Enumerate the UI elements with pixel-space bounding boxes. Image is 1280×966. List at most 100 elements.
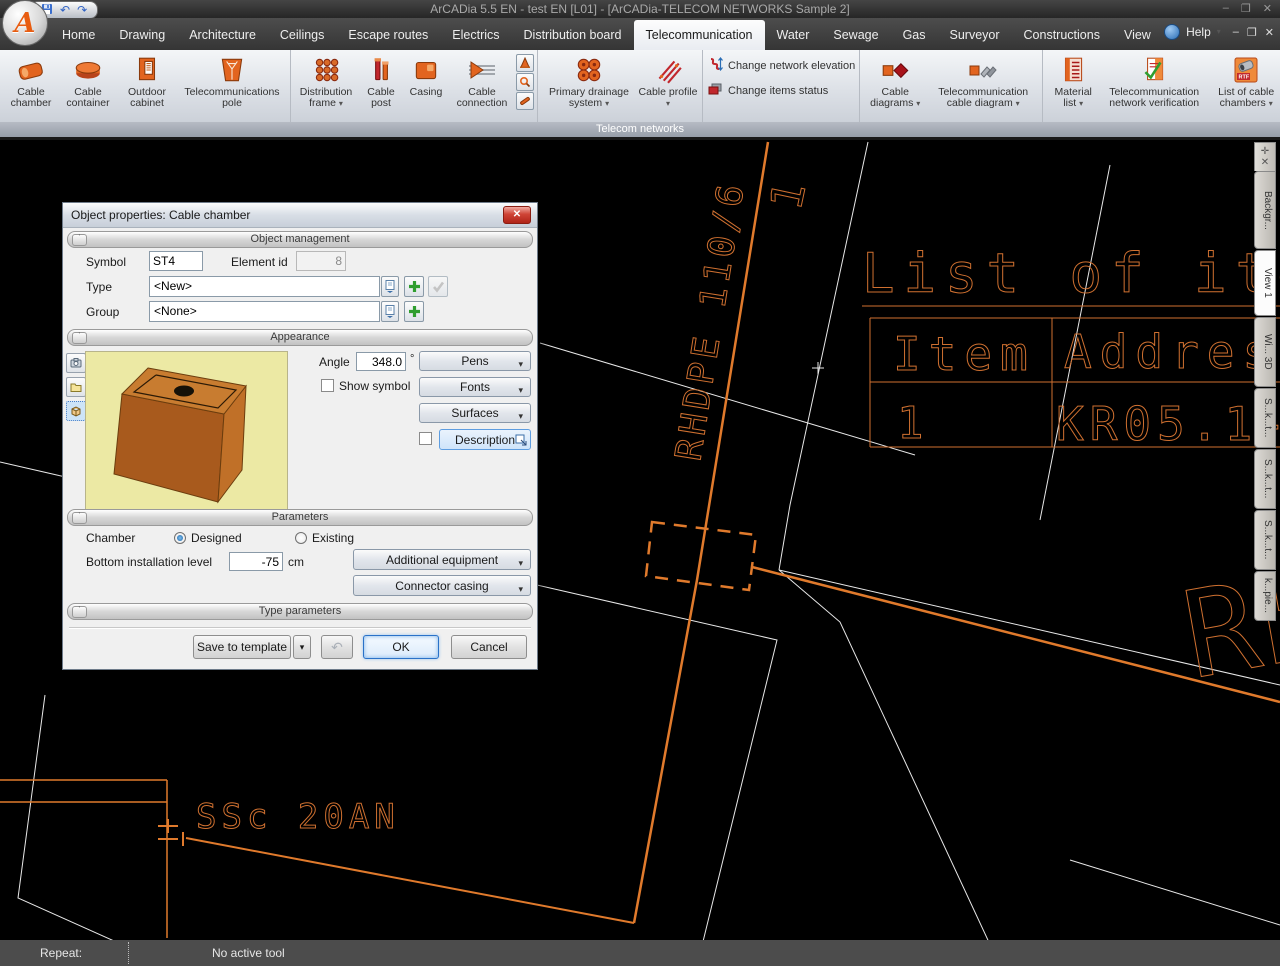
undo-icon[interactable]: ↶ (60, 4, 70, 16)
snapshot-tool-button[interactable] (66, 353, 86, 373)
tab-ceilings[interactable]: Ceilings (268, 21, 336, 50)
dropdown-arrow-icon: ▾ (339, 99, 343, 108)
status-bar: Repeat: No active tool (0, 940, 1280, 966)
doc-restore-button[interactable]: ❐ (1247, 26, 1257, 39)
section-object-management[interactable]: ˋ Object management (67, 231, 533, 248)
tab-constructions[interactable]: Constructions (1012, 21, 1112, 50)
group-add-button[interactable] (404, 301, 424, 322)
open-view-tool-button[interactable] (66, 377, 86, 397)
cancel-button[interactable]: Cancel (451, 635, 527, 659)
section-appearance[interactable]: ˋ Appearance (67, 329, 533, 346)
material-list-button[interactable]: Material list ▾ (1046, 51, 1100, 110)
cable-connection-button[interactable]: Cable connection (448, 51, 516, 110)
collapse-icon[interactable]: ˋ (72, 332, 87, 344)
cable-container-button[interactable]: Cable container (59, 51, 117, 110)
dock-pin-icon[interactable]: ✛ (1255, 146, 1275, 157)
repeat-label[interactable]: Repeat: (40, 946, 82, 960)
cable-profile-button[interactable]: Cable profile ▾ (637, 51, 699, 110)
help-menu[interactable]: Help (1186, 25, 1211, 39)
additional-equipment-button[interactable]: Additional equipment▾ (353, 549, 531, 570)
tab-electrics[interactable]: Electrics (440, 21, 511, 50)
ok-button[interactable]: OK (363, 635, 439, 659)
change-items-status-button[interactable]: Change items status (707, 81, 828, 100)
close-button[interactable]: ✕ (1263, 2, 1272, 15)
tab-telecommunication[interactable]: Telecommunication (634, 20, 765, 50)
view-3d-tool-button[interactable] (66, 401, 86, 421)
dialog-close-button[interactable]: ✕ (503, 206, 531, 224)
search-icon-button[interactable] (516, 73, 534, 91)
list-of-cable-chambers-button[interactable]: RTF List of cable chambers ▾ (1208, 51, 1280, 110)
show-symbol-checkbox[interactable] (321, 379, 334, 392)
button-label: Telecommunications pole (178, 87, 286, 109)
app-logo[interactable]: A (2, 0, 48, 46)
fonts-button[interactable]: Fonts▾ (419, 377, 531, 397)
cable-chamber-button[interactable]: Cable chamber (3, 51, 59, 110)
cable-post-button[interactable]: Cable post (358, 51, 404, 110)
view-tab-3d[interactable]: Wi... 3D (1254, 317, 1276, 387)
bottom-level-input[interactable] (229, 552, 283, 571)
group-combo[interactable]: <None> (149, 301, 380, 322)
tab-distribution-board[interactable]: Distribution board (512, 21, 634, 50)
tab-architecture[interactable]: Architecture (177, 21, 268, 50)
casing-button[interactable]: Casing (404, 51, 448, 99)
view-tab-skt3[interactable]: S...k...t... (1254, 510, 1276, 570)
description-button[interactable]: Description (439, 429, 531, 450)
distribution-frame-button[interactable]: Distribution frame ▾ (294, 51, 358, 110)
change-network-elevation-button[interactable]: Change network elevation (707, 56, 855, 75)
section-type-parameters[interactable]: ˋ Type parameters (67, 603, 533, 620)
tab-drawing[interactable]: Drawing (107, 21, 177, 50)
tab-gas[interactable]: Gas (891, 21, 938, 50)
save-template-dropdown-button[interactable]: ▾ (293, 635, 311, 659)
telecommunications-pole-button[interactable]: Telecommunications pole (177, 51, 287, 110)
tab-home[interactable]: Home (50, 21, 107, 50)
cable-piece-icon-button[interactable] (516, 92, 534, 110)
designed-radio[interactable] (174, 532, 186, 544)
symbol-input[interactable] (149, 251, 203, 271)
cable-diagrams-button[interactable]: Cable diagrams ▾ (863, 51, 927, 110)
view-tab-view1[interactable]: View 1 (1254, 250, 1276, 316)
tab-escape-routes[interactable]: Escape routes (336, 21, 440, 50)
surfaces-button[interactable]: Surfaces▾ (419, 403, 531, 423)
type-add-button[interactable] (404, 276, 424, 297)
dialog-title-bar[interactable]: Object properties: Cable chamber ✕ (63, 203, 537, 228)
collapse-icon[interactable]: ˋ (72, 512, 87, 524)
type-history-button[interactable] (381, 276, 399, 297)
tab-water[interactable]: Water (765, 21, 822, 50)
collapse-icon[interactable]: ˋ (72, 606, 87, 618)
existing-radio[interactable] (295, 532, 307, 544)
view-tab-kpie[interactable]: k...pie... (1254, 571, 1276, 621)
view-tab-skt1[interactable]: S...k...t... (1254, 388, 1276, 448)
marker-cone-icon-button[interactable] (516, 54, 534, 72)
restore-button[interactable]: ❐ (1241, 2, 1251, 15)
ribbon-group-infrastructure: Distribution frame ▾ Cable post Casing C… (291, 50, 538, 122)
cable-post-icon (366, 52, 396, 87)
redo-icon[interactable]: ↷ (77, 4, 87, 16)
button-label: Cable post (359, 87, 403, 109)
save-to-template-button[interactable]: Save to template (193, 635, 291, 659)
chevron-down-icon: ▾ (1217, 28, 1221, 36)
angle-input[interactable] (356, 352, 406, 371)
tab-surveyor[interactable]: Surveyor (938, 21, 1012, 50)
tab-sewage[interactable]: Sewage (821, 21, 890, 50)
telecommunication-cable-diagram-button[interactable]: Telecommunication cable diagram ▾ (927, 51, 1039, 110)
group-history-button[interactable] (381, 301, 399, 322)
pens-button[interactable]: Pens▾ (419, 351, 531, 371)
distribution-frame-icon (311, 52, 341, 87)
primary-drainage-system-button[interactable]: Primary drainage system ▾ (541, 51, 637, 110)
description-checkbox[interactable] (419, 432, 432, 445)
dock-close-icon[interactable]: ✕ (1255, 157, 1275, 168)
doc-close-button[interactable]: ✕ (1265, 26, 1274, 39)
view-tab-skt2[interactable]: S...k...t... (1254, 449, 1276, 509)
tab-view[interactable]: View (1112, 21, 1163, 50)
collapse-icon[interactable]: ˋ (72, 234, 87, 246)
telecommunication-network-verification-button[interactable]: Telecommunication network verification (1100, 51, 1208, 110)
outdoor-cabinet-button[interactable]: Outdoor cabinet (117, 51, 177, 110)
doc-minimize-button[interactable]: – (1233, 26, 1239, 39)
help-globe-icon (1164, 24, 1180, 40)
connector-casing-button[interactable]: Connector casing▾ (353, 575, 531, 596)
view-tab-background[interactable]: Backgr... (1254, 171, 1276, 249)
section-parameters[interactable]: ˋ Parameters (67, 509, 533, 526)
object-3d-preview[interactable] (85, 351, 288, 516)
type-combo[interactable]: <New> (149, 276, 380, 297)
minimize-button[interactable]: – (1223, 2, 1229, 15)
